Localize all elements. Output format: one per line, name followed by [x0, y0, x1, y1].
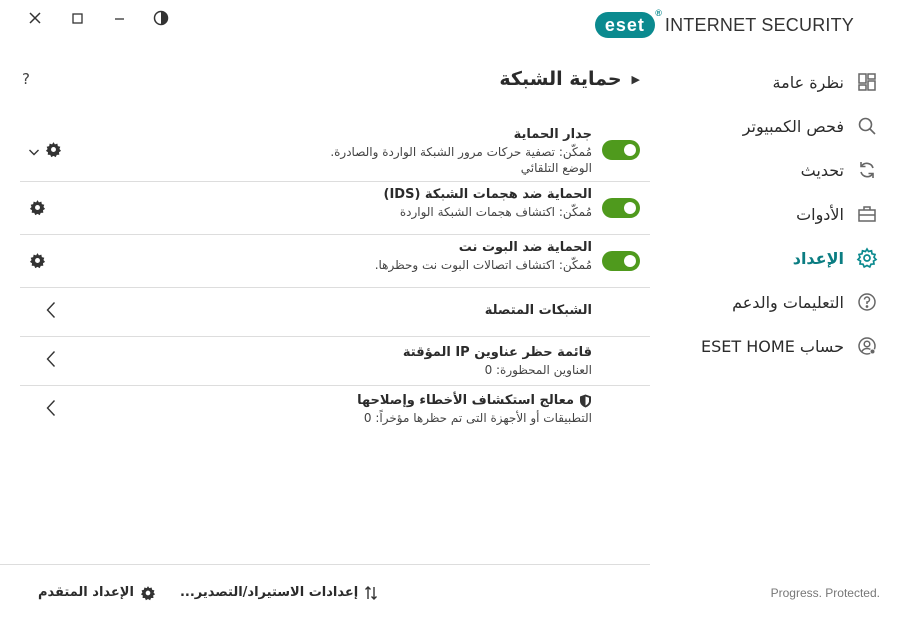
advanced-setup-label: الإعداد المتقدم [38, 585, 134, 600]
dashboard-icon [856, 71, 878, 93]
row-title: الحماية ضد البوت نت [458, 240, 592, 255]
gear-icon[interactable] [28, 251, 46, 269]
sidebar-item-account[interactable]: حساب ESET HOME [660, 324, 880, 368]
chevron-left-icon[interactable] [46, 399, 56, 421]
page-title: ▶ حماية الشبكة [499, 68, 640, 90]
row-status: العناوين المحظورة: 0 [484, 363, 592, 377]
help-icon [856, 291, 878, 313]
row-status: مُمكّن: اكتشاف هجمات الشبكة الواردة [399, 205, 592, 219]
page-title-text: حماية الشبكة [499, 68, 622, 90]
row-title: معالج استكشاف الأخطاء وإصلاحها [357, 393, 574, 408]
sidebar: نظرة عامة فحص الكمبيوتر تحديث الأدوات ال… [660, 60, 880, 368]
sidebar-item-label: تحديث [800, 160, 844, 180]
row-title: قائمة حظر عناوين IP المؤقتة [402, 345, 592, 360]
gear-icon [856, 247, 878, 269]
refresh-icon [856, 159, 878, 181]
advanced-setup-button[interactable]: الإعداد المتقدم [38, 585, 156, 601]
chevron-left-icon[interactable] [46, 350, 56, 372]
row-actions [28, 198, 46, 216]
shield-icon [579, 394, 592, 408]
row-status: التطبيقات أو الأجهزة التى تم حظرها مؤخرا… [363, 411, 592, 425]
row-title: الشبكات المتصلة [484, 303, 592, 318]
gear-icon[interactable] [44, 140, 62, 158]
row-actions [28, 140, 62, 158]
gear-icon[interactable] [28, 198, 46, 216]
botnet-toggle[interactable] [602, 251, 640, 271]
sidebar-item-update[interactable]: تحديث [660, 148, 880, 192]
list-item-firewall: جدار الحماية مُمكّن: تصفية حركات مرور ال… [20, 122, 650, 182]
import-export-label: إعدادات الاستيراد/التصدير... [179, 585, 359, 600]
import-export-button[interactable]: إعدادات الاستيراد/التصدير... [180, 585, 378, 601]
sidebar-item-help[interactable]: التعليمات والدعم [660, 280, 880, 324]
list-item-ip-blocklist[interactable]: قائمة حظر عناوين IP المؤقتة العناوين الم… [20, 337, 650, 386]
list-item-ids: الحماية ضد هجمات الشبكة (IDS) مُمكّن: اك… [20, 182, 650, 235]
sidebar-item-setup[interactable]: الإعداد [660, 236, 880, 280]
search-icon [856, 115, 878, 137]
row-mode: الوضع التلقائي [520, 161, 592, 175]
row-title: الحماية ضد هجمات الشبكة (IDS) [383, 187, 593, 202]
sidebar-item-label: الأدوات [796, 204, 844, 224]
firewall-toggle[interactable] [602, 140, 640, 160]
ids-toggle[interactable] [602, 198, 640, 218]
list-item-connected-networks[interactable]: الشبكات المتصلة [20, 288, 650, 337]
row-actions [28, 251, 46, 269]
sidebar-item-tools[interactable]: الأدوات [660, 192, 880, 236]
sidebar-item-scan[interactable]: فحص الكمبيوتر [660, 104, 880, 148]
chevron-down-icon[interactable] [28, 143, 40, 156]
question-icon[interactable]: ? [22, 70, 30, 88]
user-icon [856, 335, 878, 357]
triangle-right-icon[interactable]: ▶ [632, 73, 640, 86]
row-title: جدار الحماية [513, 127, 592, 142]
toolbox-icon [856, 203, 878, 225]
settings-list: جدار الحماية مُمكّن: تصفية حركات مرور ال… [20, 122, 650, 434]
bottom-bar: إعدادات الاستيراد/التصدير... الإعداد الم… [0, 564, 650, 620]
list-item-troubleshooting[interactable]: معالج استكشاف الأخطاء وإصلاحها التطبيقات… [20, 386, 650, 434]
sidebar-item-label: فحص الكمبيوتر [742, 116, 844, 136]
sidebar-item-label: التعليمات والدعم [732, 292, 844, 312]
list-item-botnet: الحماية ضد البوت نت مُمكّن: اكتشاف اتصال… [20, 235, 650, 288]
row-status: مُمكّن: تصفية حركات مرور الشبكة الواردة … [330, 145, 592, 159]
product-name: INTERNET SECURITY [664, 14, 854, 35]
sidebar-item-label: حساب ESET HOME [701, 336, 844, 356]
sidebar-item-label: الإعداد [792, 248, 844, 268]
row-title-line: معالج استكشاف الأخطاء وإصلاحها [120, 392, 592, 410]
tagline: Progress. Protected. [770, 586, 880, 600]
main-panel: ? ▶ حماية الشبكة جدار الحماية مُمكّن: تص… [0, 0, 650, 620]
gear-icon [140, 585, 156, 601]
import-export-icon [364, 585, 378, 601]
chevron-left-icon[interactable] [46, 301, 56, 323]
sidebar-item-label: نظرة عامة [772, 72, 844, 92]
sidebar-item-overview[interactable]: نظرة عامة [660, 60, 880, 104]
row-status: مُمكّن: اكتشاف اتصالات البوت نت وحظرها. [374, 258, 592, 272]
